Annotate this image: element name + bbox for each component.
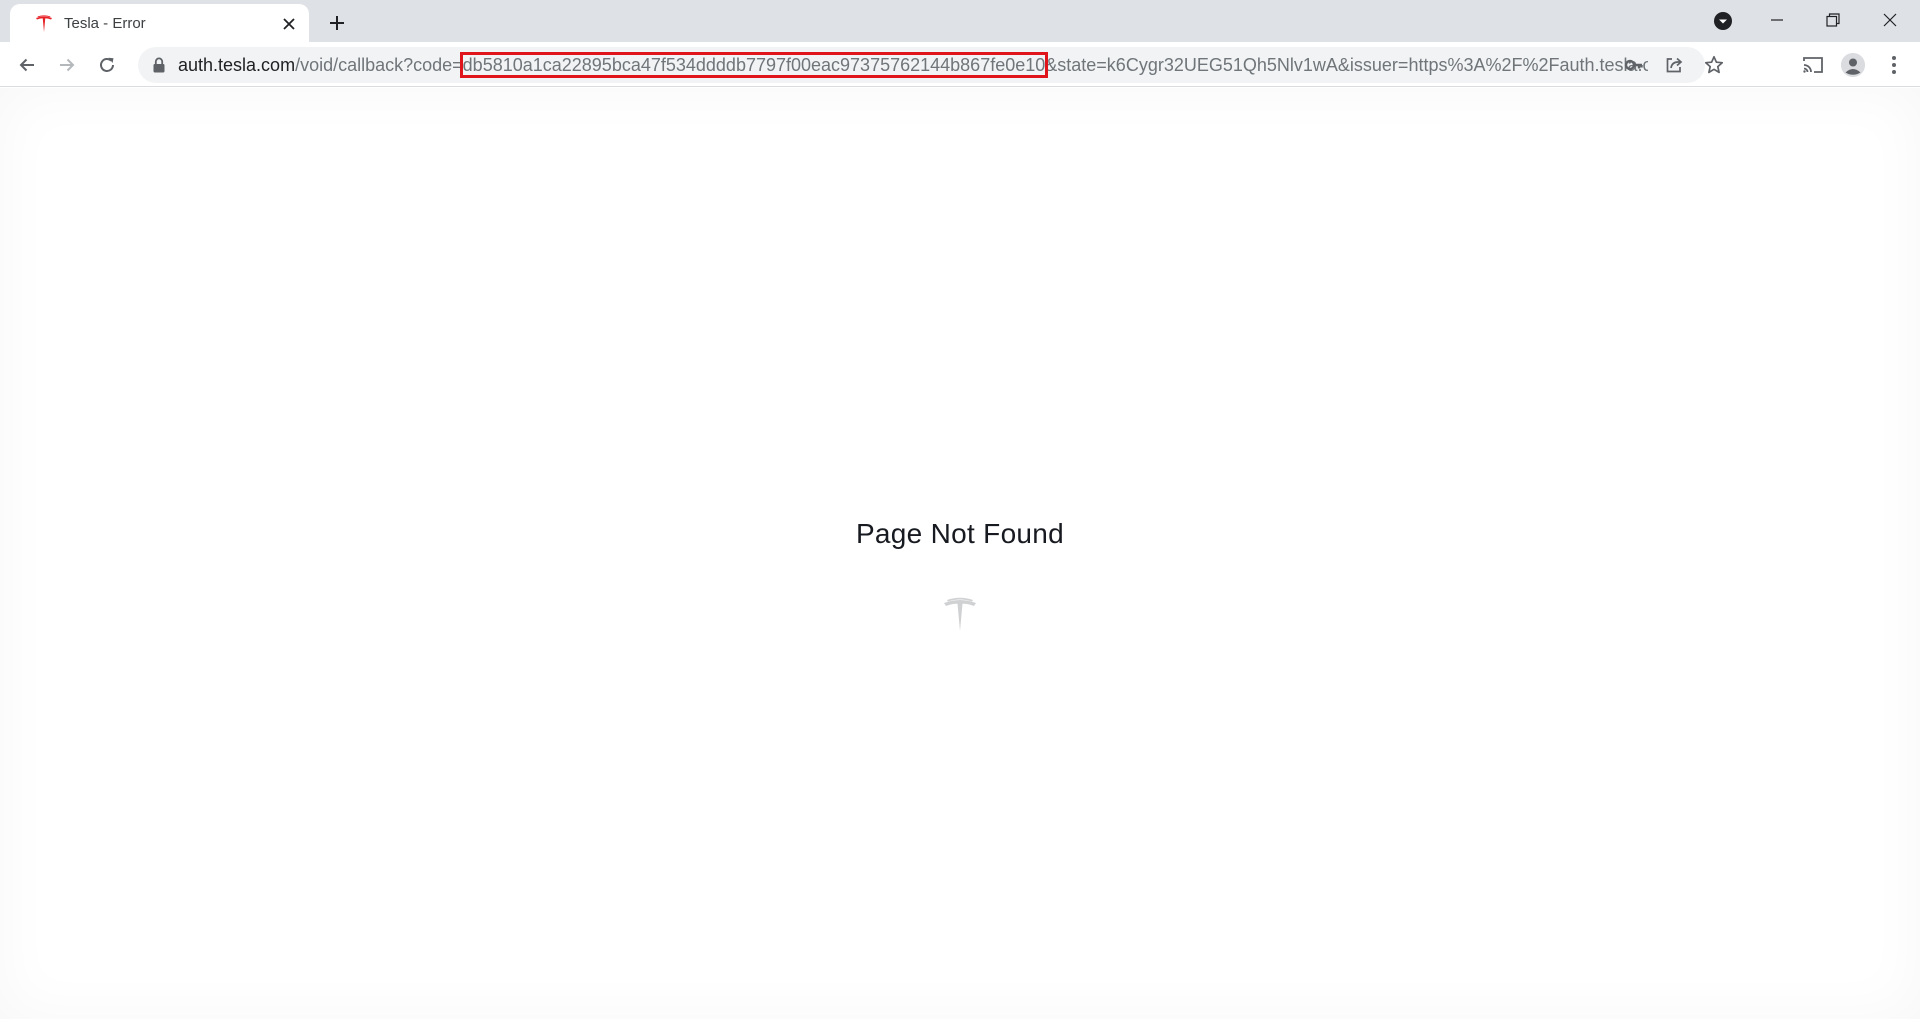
new-tab-button[interactable] <box>322 8 352 38</box>
browser-tab[interactable]: Tesla - Error <box>10 4 309 42</box>
tesla-logo-icon <box>36 15 52 32</box>
arrow-right-icon <box>60 58 75 72</box>
profile-button[interactable] <box>1838 50 1868 80</box>
minimize-icon <box>1771 19 1783 21</box>
url-text[interactable]: auth.tesla.com/void/callback?code=db5810… <box>178 47 1648 83</box>
share-button[interactable] <box>1662 53 1686 77</box>
three-dot-menu-icon <box>1892 56 1896 74</box>
bookmark-button[interactable] <box>1702 53 1726 77</box>
url-code-highlighted: db5810a1ca22895bca47f534ddddb7797f00eac9… <box>459 52 1049 78</box>
url-path: /void/callback?code= <box>295 55 463 75</box>
restore-button[interactable] <box>1805 0 1861 40</box>
avatar <box>1841 53 1865 77</box>
page-title: Page Not Found <box>855 518 1065 549</box>
reload-button[interactable] <box>91 49 123 81</box>
reload-icon <box>100 57 114 72</box>
url-host: auth.tesla.com <box>178 55 296 75</box>
lock-icon[interactable] <box>150 56 168 74</box>
back-button[interactable] <box>11 49 43 81</box>
cast-icon <box>1803 57 1823 73</box>
browser-menu-button[interactable] <box>1879 50 1909 80</box>
page-content: Page Not Found <box>0 88 1920 1019</box>
tab-title: Tesla - Error <box>64 15 146 32</box>
chevron-down-icon <box>1714 12 1732 30</box>
restore-icon <box>1826 13 1840 27</box>
close-icon <box>283 18 295 30</box>
arrow-left-icon <box>19 58 34 72</box>
browser-toolbar: auth.tesla.com/void/callback?code=db5810… <box>0 42 1920 87</box>
cast-button[interactable] <box>1798 50 1828 80</box>
password-key-button[interactable] <box>1622 53 1646 77</box>
forward-button[interactable] <box>51 49 83 81</box>
close-icon <box>1883 13 1897 27</box>
tab-strip: Tesla - Error <box>0 0 1920 42</box>
star-icon <box>1704 55 1724 74</box>
key-icon <box>1624 59 1643 71</box>
close-window-button[interactable] <box>1862 0 1918 40</box>
tesla-logo-icon <box>944 597 976 631</box>
minimize-button[interactable] <box>1749 0 1805 40</box>
url-query-rest: &state=k6Cygr32UEG51Qh5Nlv1wA&issuer=htt… <box>1045 55 1648 75</box>
person-icon <box>1841 53 1865 77</box>
address-bar[interactable]: auth.tesla.com/void/callback?code=db5810… <box>138 47 1724 83</box>
close-tab-button[interactable] <box>278 13 300 35</box>
plus-icon <box>330 16 344 30</box>
tab-search-button[interactable] <box>1709 7 1737 35</box>
share-icon <box>1666 57 1683 73</box>
